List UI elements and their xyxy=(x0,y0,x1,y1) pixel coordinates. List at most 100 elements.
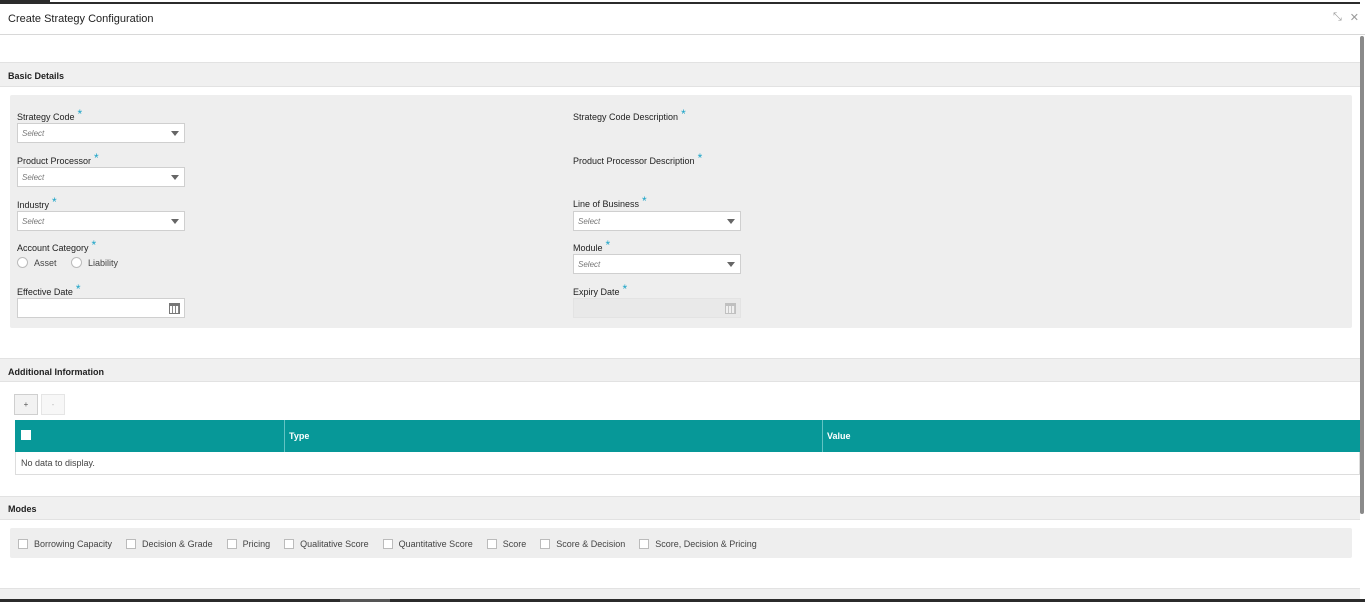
mode-label: Decision & Grade xyxy=(142,539,213,549)
mode-label: Pricing xyxy=(242,539,271,549)
chevron-down-icon xyxy=(171,131,179,136)
window-controls: ⤡ ✕ xyxy=(1333,11,1359,24)
column-separator xyxy=(822,420,823,452)
chevron-down-icon xyxy=(727,219,735,224)
mode-label: Quantitative Score xyxy=(398,539,473,549)
required-mark: * xyxy=(605,238,611,252)
mode-decision-grade[interactable]: Decision & Grade xyxy=(126,539,213,549)
expiry-date-input xyxy=(573,298,741,318)
checkbox[interactable] xyxy=(540,539,551,549)
mode-label: Borrowing Capacity xyxy=(34,539,113,549)
effective-date-label-text: Effective Date xyxy=(17,287,73,297)
mode-label: Score xyxy=(502,539,527,549)
chevron-down-icon xyxy=(727,262,735,267)
expiry-date-label: Expiry Date * xyxy=(573,282,628,298)
mode-quantitative-score[interactable]: Quantitative Score xyxy=(382,539,473,549)
line-of-business-placeholder: Select xyxy=(578,217,601,226)
table-body: No data to display. xyxy=(15,452,1360,475)
checkbox[interactable] xyxy=(382,539,393,549)
industry-label-text: Industry xyxy=(17,200,50,210)
required-mark: * xyxy=(642,194,647,208)
modes-title: Modes xyxy=(8,504,37,514)
mode-borrowing-capacity[interactable]: Borrowing Capacity xyxy=(18,539,112,549)
product-processor-description-label-text: Product Processor Description xyxy=(573,156,695,166)
required-mark: * xyxy=(77,107,83,121)
module-label-text: Module xyxy=(573,243,603,253)
window-title: Create Strategy Configuration xyxy=(8,13,154,25)
checkbox[interactable] xyxy=(639,539,650,549)
required-mark: * xyxy=(697,151,703,165)
radio-asset-label: Asset xyxy=(34,257,57,268)
checkbox[interactable] xyxy=(126,539,137,549)
required-mark: * xyxy=(622,282,628,296)
account-category-label-text: Account Category xyxy=(17,243,89,253)
remove-row-button[interactable]: - xyxy=(41,394,65,415)
mode-label: Score & Decision xyxy=(556,539,626,549)
select-all-checkbox[interactable] xyxy=(21,430,31,440)
effective-date-label: Effective Date * xyxy=(17,282,81,298)
minimize-icon[interactable]: ⤡ xyxy=(1333,11,1342,24)
strategy-code-placeholder: Select xyxy=(22,129,45,138)
product-processor-placeholder: Select xyxy=(22,173,45,182)
industry-select[interactable]: Select xyxy=(17,211,185,231)
mode-score-decision[interactable]: Score & Decision xyxy=(540,539,625,549)
checkbox[interactable] xyxy=(18,539,28,549)
product-processor-select[interactable]: Select xyxy=(17,167,185,187)
required-mark: * xyxy=(681,107,686,121)
mode-label: Score, Decision & Pricing xyxy=(655,539,757,549)
required-mark: * xyxy=(94,151,99,165)
vertical-scrollbar[interactable] xyxy=(1360,36,1364,514)
radio-button[interactable] xyxy=(71,257,82,268)
mode-score[interactable]: Score xyxy=(486,539,527,549)
title-bar: Create Strategy Configuration ⤡ ✕ xyxy=(0,4,1365,35)
product-processor-label: Product Processor * xyxy=(17,151,99,167)
module-select[interactable]: Select xyxy=(573,254,741,274)
chevron-down-icon xyxy=(171,219,179,224)
additional-information-header: Additional Information xyxy=(0,358,1360,382)
checkbox[interactable] xyxy=(284,539,295,549)
radio-liability[interactable]: Liability xyxy=(71,257,118,268)
strategy-code-select[interactable]: Select xyxy=(17,123,185,143)
industry-placeholder: Select xyxy=(22,217,45,226)
radio-button[interactable] xyxy=(17,257,28,268)
strategy-code-description-label: Strategy Code Description * xyxy=(573,107,686,123)
line-of-business-select[interactable]: Select xyxy=(573,211,741,231)
column-header-value[interactable]: Value xyxy=(827,420,851,452)
module-label: Module * xyxy=(573,238,611,254)
required-mark: * xyxy=(75,282,81,296)
expiry-date-label-text: Expiry Date xyxy=(573,287,620,297)
mode-qualitative-score[interactable]: Qualitative Score xyxy=(284,539,369,549)
calendar-icon xyxy=(725,303,736,314)
mode-pricing[interactable]: Pricing xyxy=(226,539,271,549)
column-separator xyxy=(284,420,285,452)
required-mark: * xyxy=(52,195,57,209)
table-header: Type Value xyxy=(15,420,1360,452)
line-of-business-label: Line of Business * xyxy=(573,194,647,210)
account-category-label: Account Category * xyxy=(17,238,97,254)
mode-label: Qualitative Score xyxy=(300,539,369,549)
effective-date-input[interactable] xyxy=(17,298,185,318)
required-mark: * xyxy=(91,238,97,252)
radio-liability-label: Liability xyxy=(88,257,119,268)
basic-details-title: Basic Details xyxy=(8,71,65,81)
industry-label: Industry * xyxy=(17,195,57,211)
line-of-business-label-text: Line of Business xyxy=(573,199,640,209)
modes-header: Modes xyxy=(0,496,1360,520)
additional-information-title: Additional Information xyxy=(8,367,104,377)
add-row-button[interactable]: + xyxy=(14,394,38,415)
mode-score-decision-pricing[interactable]: Score, Decision & Pricing xyxy=(639,539,757,549)
empty-table-message: No data to display. xyxy=(21,458,95,468)
calendar-icon[interactable] xyxy=(169,303,180,314)
product-processor-description-label: Product Processor Description * xyxy=(573,151,703,167)
radio-asset[interactable]: Asset xyxy=(17,257,57,268)
close-icon[interactable]: ✕ xyxy=(1350,11,1359,24)
checkbox[interactable] xyxy=(226,539,237,549)
product-processor-label-text: Product Processor xyxy=(17,156,92,166)
strategy-code-description-label-text: Strategy Code Description xyxy=(573,112,679,122)
strategy-code-label-text: Strategy Code xyxy=(17,112,75,122)
column-header-type[interactable]: Type xyxy=(289,420,309,452)
checkbox[interactable] xyxy=(486,539,497,549)
modes-options: Borrowing Capacity Decision & Grade Pric… xyxy=(18,539,771,549)
strategy-code-label: Strategy Code * xyxy=(17,107,83,123)
chevron-down-icon xyxy=(171,175,179,180)
